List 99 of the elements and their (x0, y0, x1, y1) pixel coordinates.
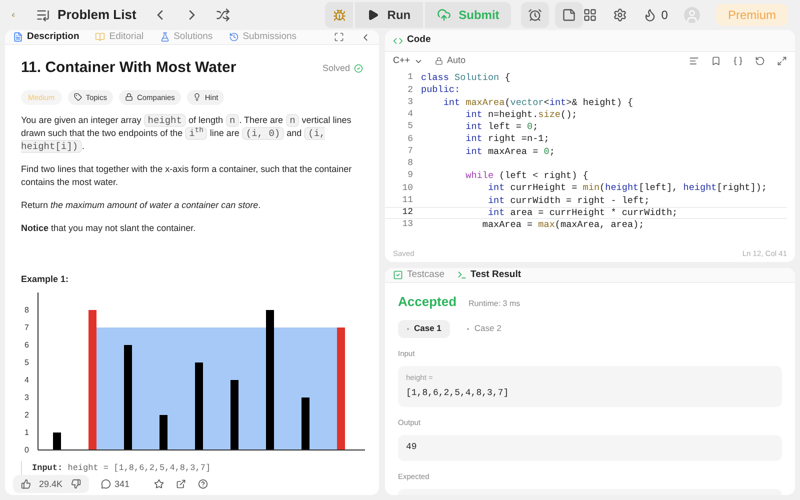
mode-label: Auto (447, 54, 466, 68)
code-line: int currWidth = right - left; (486, 194, 650, 207)
example-title: Example 1: (21, 272, 70, 286)
flask-icon (160, 32, 170, 42)
share-icon[interactable] (176, 479, 186, 490)
maximize-icon[interactable] (334, 32, 344, 42)
bar (53, 432, 61, 450)
list-icon[interactable] (36, 8, 50, 22)
y-tick-label: 0 (24, 446, 29, 455)
line-number: 11 (401, 194, 413, 207)
line-number: 4 (406, 108, 413, 122)
y-tick-label: 3 (24, 393, 29, 402)
line-number: 13 (401, 218, 413, 232)
document-icon (13, 32, 23, 42)
y-tick-label: 1 (24, 428, 29, 438)
dislike-icon[interactable] (70, 479, 81, 490)
like-icon[interactable] (21, 479, 31, 490)
bar (160, 415, 168, 450)
y-tick-label: 2 (24, 410, 29, 420)
book-icon (95, 32, 106, 42)
code-line: while (left < right) { (464, 170, 588, 182)
line-number: 7 (406, 144, 413, 158)
line-number: 6 (406, 132, 413, 146)
code-icon (393, 36, 403, 46)
case-tab[interactable]: Case 1 (398, 320, 450, 338)
expand-icon[interactable] (777, 56, 787, 66)
case-tab[interactable]: Case 2 (458, 320, 510, 338)
debug-button[interactable] (325, 2, 354, 28)
y-tick-label: 5 (24, 358, 29, 368)
check-icon (354, 64, 363, 73)
bar (302, 398, 310, 450)
description-paragraph: You are given an integer array height of length n . There are n vertical lines drawn such that the two endpoints of the i$^{th}$ line are (i, 0) and (i, height[i]) . (21, 114, 352, 153)
code-line: public: (421, 84, 460, 96)
line-number: 2 (406, 84, 413, 97)
settings-icon[interactable] (613, 8, 628, 22)
help-icon[interactable] (198, 479, 208, 490)
line-number: 8 (406, 157, 413, 170)
format-icon[interactable] (689, 56, 699, 66)
lock-icon (435, 57, 444, 65)
code-line: int currHeight = min(height[left], height[right]); (486, 182, 767, 194)
description-paragraph: Notice that you may not slant the container. (21, 222, 197, 235)
line-number: 1 (406, 71, 413, 84)
lock-icon (124, 93, 133, 102)
line-number: 3 (406, 96, 413, 109)
note-button[interactable] (555, 2, 584, 28)
code-line: int area = currHeight * currWidth; (486, 206, 678, 219)
code-line: int right =n-1; (464, 133, 550, 146)
shuffle-icon[interactable] (216, 8, 230, 22)
alarm-icon (528, 8, 542, 22)
play-icon (367, 9, 380, 21)
star-icon[interactable] (154, 479, 164, 490)
reset-icon[interactable] (755, 56, 765, 66)
verdict: Accepted (398, 293, 457, 312)
braces-icon[interactable] (733, 56, 743, 66)
lightbulb-icon (192, 93, 201, 102)
code-line: int maxArea(vector<int>& height) { (442, 96, 634, 109)
comment-icon[interactable] (100, 479, 111, 490)
tag-icon (74, 93, 82, 102)
line-number: 10 (401, 182, 413, 195)
note-icon (562, 8, 576, 22)
layout-icon[interactable] (583, 8, 598, 22)
line-number: 9 (406, 169, 413, 182)
code-line: int left = 0; (464, 121, 538, 134)
run-button[interactable]: Run (355, 2, 423, 28)
line-number: 5 (406, 120, 413, 134)
panel-tab[interactable]: Description (13, 30, 80, 44)
code-tab[interactable]: Code (407, 33, 431, 48)
bug-icon (332, 8, 346, 22)
y-tick-label: 8 (24, 306, 29, 315)
description-paragraph: Find two lines that together with the x-axis form a container, such that the container contains the most water. (21, 162, 353, 189)
y-tick-label: 7 (24, 323, 29, 332)
code-line: int maxArea = 0; (464, 146, 555, 158)
panel-tab[interactable]: Test Result (456, 268, 522, 282)
streak-count: 0 (661, 7, 668, 24)
example-input-text: Input: height = [1,8,6,2,5,4,8,3,7] (32, 462, 211, 475)
y-tick-label: 4 (24, 376, 29, 385)
line-number: 12 (401, 206, 413, 220)
code-line: maxArea = max(maxArea, area); (481, 219, 644, 232)
alarm-button[interactable] (521, 2, 550, 28)
upload-icon (436, 8, 451, 22)
problem-list-link[interactable]: Problem List (58, 5, 136, 25)
bookmark-icon[interactable] (711, 56, 721, 66)
terminal-icon (456, 270, 466, 280)
checkbox-icon (393, 270, 403, 280)
value-text: [1,8,6,2,5,4,8,3,7] (406, 387, 510, 400)
solved-status: Solved (322, 62, 350, 75)
problem-title: 11. Container With Most Water (21, 58, 236, 78)
like-count: 29.4K (39, 478, 63, 490)
flame-icon[interactable] (643, 8, 658, 22)
code-line: class Solution { (421, 72, 510, 84)
value-text: 49 (406, 441, 418, 454)
code-line: int n=height.size(); (464, 108, 578, 121)
description-paragraph: Return the maximum amount of water a container can store. (21, 198, 262, 212)
bar (230, 380, 238, 450)
history-icon (228, 32, 239, 42)
y-tick-label: 6 (24, 340, 29, 350)
runtime: Runtime: 3 ms (468, 298, 520, 310)
comment-count: 341 (114, 478, 130, 490)
language-dropdown[interactable]: C++ (393, 54, 424, 68)
